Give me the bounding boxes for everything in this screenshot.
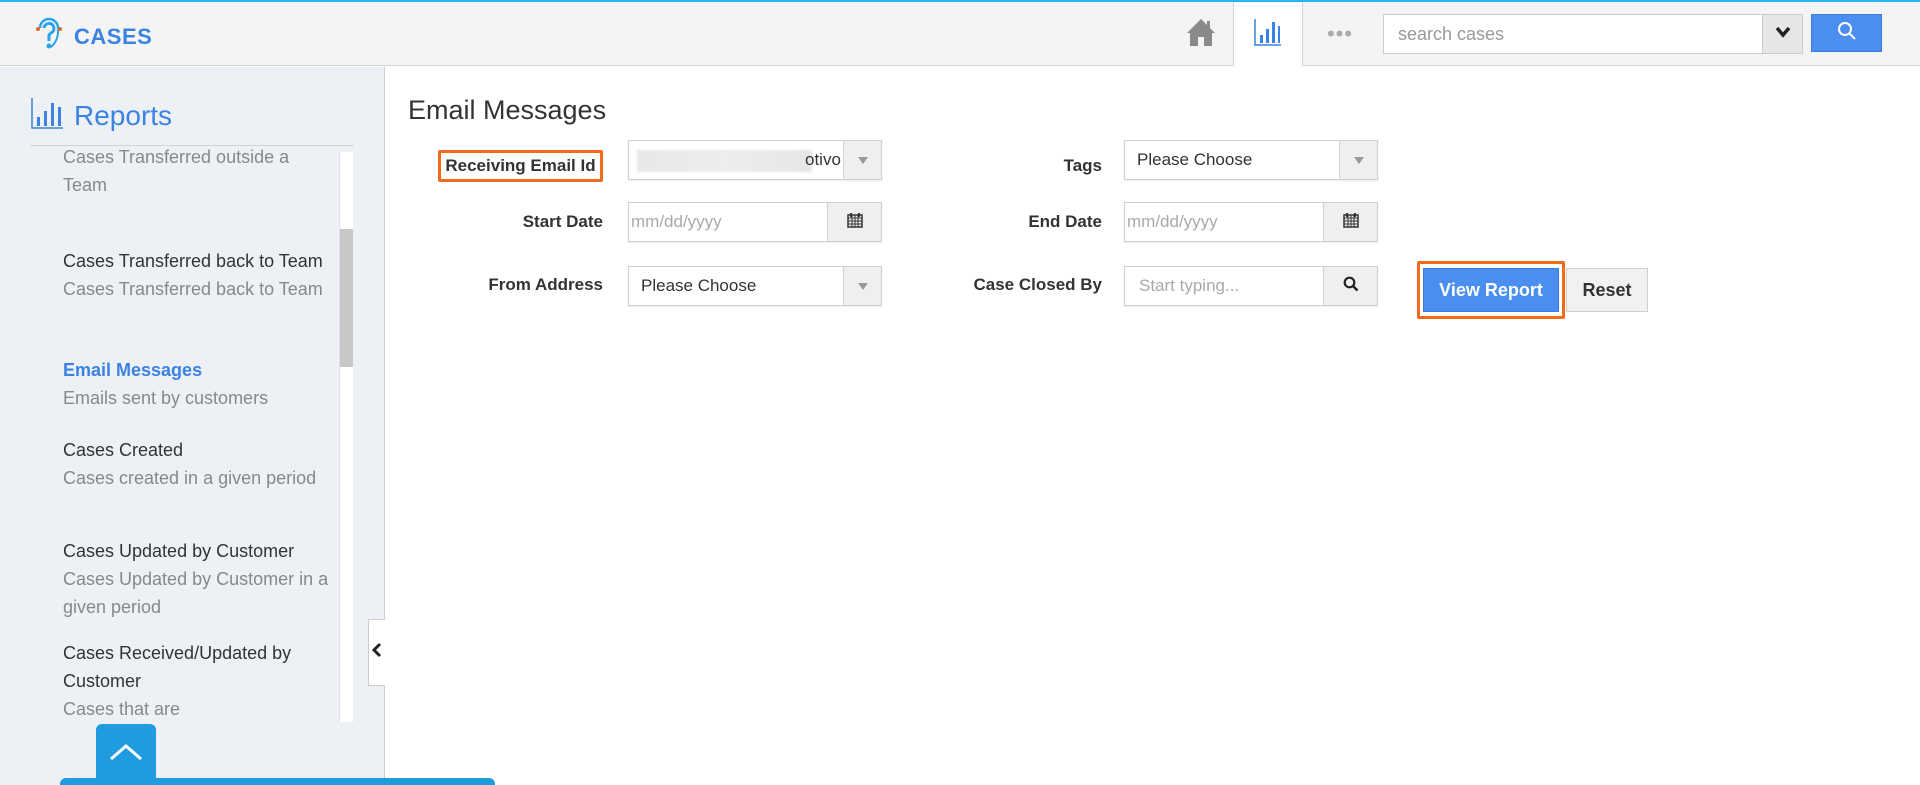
- report-item-title: Cases Updated by Customer: [63, 541, 295, 561]
- app-header: CASES •••: [0, 2, 1920, 66]
- scroll-to-top-button[interactable]: [96, 724, 156, 785]
- case-closed-by-placeholder: Start typing...: [1139, 276, 1240, 295]
- start-date-label: Start Date: [522, 212, 603, 231]
- report-list: Team Cases Transferred outside a Team Ca…: [30, 147, 340, 722]
- dropdown-toggle[interactable]: [1339, 141, 1377, 179]
- highlight-box: [438, 150, 603, 182]
- calendar-icon: [1342, 212, 1359, 233]
- from-address-label: From Address: [488, 275, 603, 294]
- cases-logo-icon: [34, 16, 64, 57]
- start-date-calendar-button[interactable]: [827, 203, 881, 241]
- end-date-calendar-button[interactable]: [1323, 203, 1377, 241]
- dropdown-toggle[interactable]: [843, 267, 881, 305]
- chevron-up-icon: [108, 742, 144, 767]
- from-address-value: Please Choose: [641, 276, 757, 295]
- sidebar-title: Reports: [74, 99, 173, 131]
- more-dots-icon: •••: [1326, 21, 1354, 46]
- report-item-title: Cases Created: [63, 440, 184, 460]
- main-content: Email Messages Receiving Email Id otivo$…: [386, 67, 1920, 785]
- search-icon: [1837, 21, 1857, 46]
- case-closed-by-label: Case Closed By: [973, 275, 1103, 294]
- nav-home-button[interactable]: [1172, 2, 1230, 66]
- report-item-title: Cases Received/Updated by Customer: [63, 643, 292, 691]
- report-item-transferred-back[interactable]: Cases Transferred back to Team Cases Tra…: [63, 247, 333, 303]
- end-date-input[interactable]: mm/dd/yyyy: [1124, 202, 1378, 242]
- chevron-down-icon: [1775, 25, 1791, 43]
- case-closed-by-input[interactable]: Start typing...: [1124, 266, 1378, 306]
- view-report-button[interactable]: View Report: [1423, 268, 1559, 312]
- report-item-desc: Emails sent by customers: [63, 388, 269, 408]
- search-dropdown-toggle[interactable]: [1762, 15, 1802, 53]
- sidebar-collapse-button[interactable]: [368, 619, 385, 686]
- report-item-transferred-outside[interactable]: Team Cases Transferred outside a Team: [63, 147, 333, 199]
- report-item-updated-by-customer[interactable]: Cases Updated by Customer Cases Updated …: [63, 537, 333, 621]
- search-icon: [1343, 276, 1359, 297]
- start-date-input[interactable]: mm/dd/yyyy: [628, 202, 882, 242]
- receiving-email-select[interactable]: otivo$: [628, 140, 882, 180]
- calendar-icon: [846, 212, 863, 233]
- sidebar-header: Reports: [30, 97, 172, 134]
- tags-select[interactable]: Please Choose: [1124, 140, 1378, 180]
- tags-label: Tags: [1063, 156, 1102, 175]
- search-input[interactable]: [1384, 15, 1764, 53]
- receiving-email-label-highlight: Receiving Email Id: [438, 150, 603, 182]
- report-item-desc: Cases that are: [63, 699, 181, 719]
- tags-value: Please Choose: [1137, 150, 1253, 169]
- redacted-email: [637, 150, 812, 172]
- home-icon: [1185, 16, 1217, 53]
- sidebar-divider: [30, 145, 354, 146]
- sidebar: Reports Team Cases Transferred outside a…: [0, 67, 385, 785]
- end-date-label: End Date: [1028, 212, 1102, 231]
- start-date-placeholder: mm/dd/yyyy: [631, 212, 722, 231]
- caret-down-icon: [857, 277, 868, 295]
- caret-down-icon: [1353, 151, 1364, 169]
- nav-reports-button[interactable]: [1233, 2, 1303, 66]
- search-box: [1383, 14, 1803, 54]
- bar-chart-icon: [1253, 17, 1283, 52]
- app-title: CASES: [74, 23, 153, 49]
- report-item-title: Cases Transferred back to Team: [63, 251, 323, 271]
- from-address-select[interactable]: Please Choose: [628, 266, 882, 306]
- reports-chart-icon: [30, 97, 64, 134]
- sidebar-scrollbar-thumb[interactable]: [340, 229, 353, 367]
- nav-more-button[interactable]: •••: [1305, 2, 1375, 66]
- report-item-cases-created[interactable]: Cases Created Cases created in a given p…: [63, 436, 333, 492]
- brand[interactable]: CASES: [34, 16, 152, 57]
- page-title: Email Messages: [408, 95, 607, 125]
- end-date-placeholder: mm/dd/yyyy: [1127, 212, 1218, 231]
- caret-down-icon: [857, 151, 868, 169]
- report-item-received-updated[interactable]: Cases Received/Updated by Customer Cases…: [63, 639, 333, 722]
- reset-button[interactable]: Reset: [1566, 268, 1648, 312]
- report-item-email-messages[interactable]: Email Messages Emails sent by customers: [63, 356, 333, 412]
- receiving-email-value: otivo$: [805, 150, 841, 169]
- report-item-desc: Cases Updated by Customer in a given per…: [63, 569, 329, 617]
- chevron-left-icon: [371, 642, 383, 663]
- case-closed-by-search-button[interactable]: [1323, 267, 1377, 305]
- report-item-title: Email Messages: [63, 360, 203, 380]
- report-item-desc: Cases Transferred back to Team: [63, 279, 323, 299]
- report-item-desc: Cases created in a given period: [63, 468, 317, 488]
- search-button[interactable]: [1811, 14, 1882, 52]
- report-item-desc: Cases Transferred outside a Team: [63, 147, 290, 195]
- dropdown-toggle[interactable]: [843, 141, 881, 179]
